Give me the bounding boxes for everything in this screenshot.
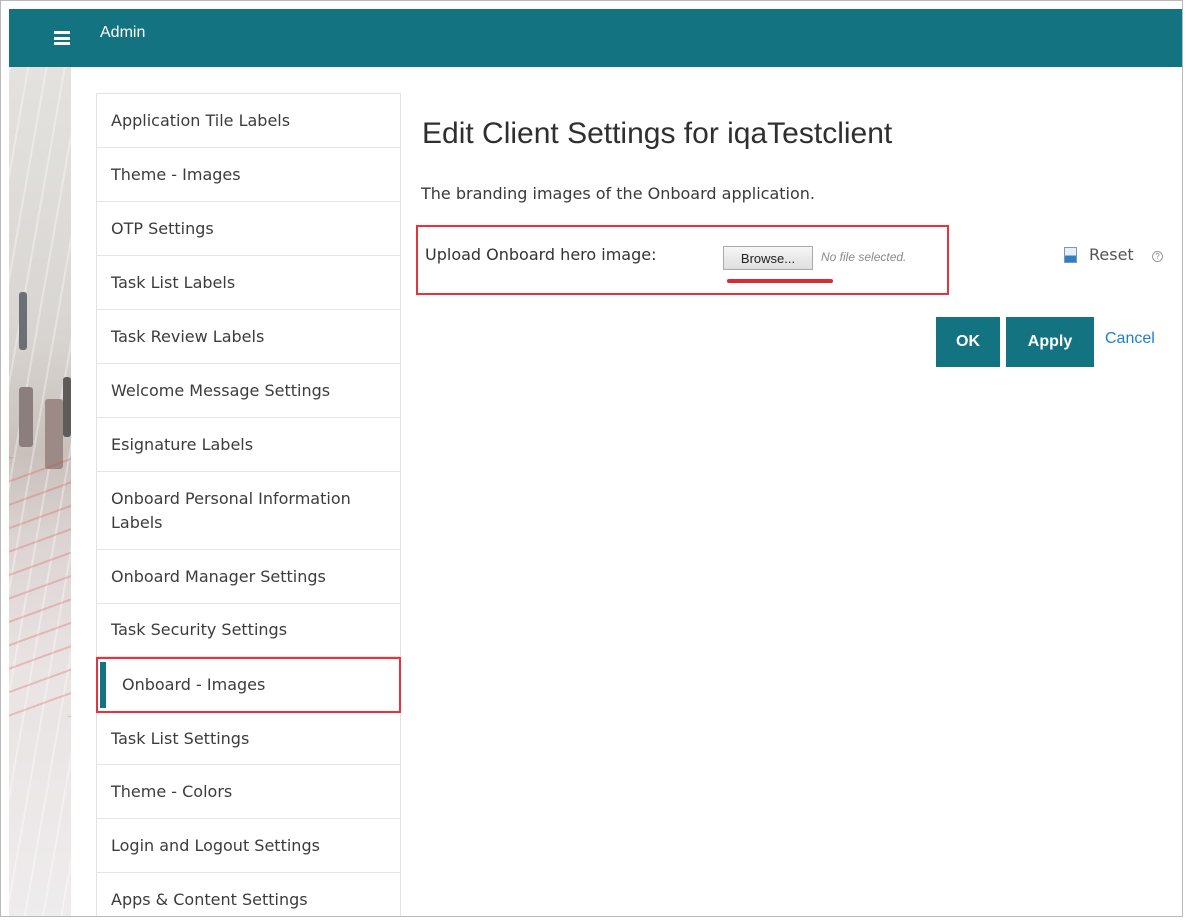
sidebar-item-label: OTP Settings — [111, 218, 214, 238]
sidebar-item-label: Onboard Manager Settings — [111, 566, 326, 586]
reset-label: Reset — [1089, 245, 1134, 264]
app-title: Admin — [100, 24, 146, 41]
sidebar-item-welcome-message-settings[interactable]: Welcome Message Settings — [97, 364, 400, 418]
reset-link[interactable]: Reset — [1064, 245, 1134, 264]
sidebar-item-login-and-logout-settings[interactable]: Login and Logout Settings — [97, 819, 400, 873]
page-description: The branding images of the Onboard appli… — [421, 184, 815, 203]
upload-hero-image-label: Upload Onboard hero image: — [425, 245, 657, 264]
browse-button[interactable]: Browse... — [723, 246, 813, 270]
sidebar-item-onboard-images[interactable]: Onboard - Images — [96, 657, 401, 713]
ok-button[interactable]: OK — [936, 317, 1000, 367]
sidebar-item-task-list-labels[interactable]: Task List Labels — [97, 256, 400, 310]
sidebar-item-label: Apps & Content Settings — [111, 889, 308, 909]
app-window: Admin Application Tile Labels Theme - Im… — [0, 0, 1183, 917]
sidebar-item-theme-images[interactable]: Theme - Images — [97, 148, 400, 202]
file-status-text: No file selected. — [821, 250, 907, 264]
sidebar-item-task-security-settings[interactable]: Task Security Settings — [97, 604, 400, 657]
settings-sidebar: Application Tile Labels Theme - Images O… — [96, 93, 401, 916]
sidebar-item-task-review-labels[interactable]: Task Review Labels — [97, 310, 400, 364]
cancel-link[interactable]: Cancel — [1105, 330, 1155, 348]
sidebar-item-apps-content-settings[interactable]: Apps & Content Settings — [97, 873, 400, 916]
sidebar-item-label: Login and Logout Settings — [111, 835, 320, 855]
sidebar-item-label: Application Tile Labels — [111, 110, 291, 130]
sidebar-item-task-list-settings[interactable]: Task List Settings — [97, 713, 400, 765]
sidebar-item-otp-settings[interactable]: OTP Settings — [97, 202, 400, 256]
background-photo — [9, 67, 71, 916]
sidebar-item-label: Onboard Personal Information Labels — [111, 488, 351, 532]
browse-underline-annotation — [727, 279, 833, 283]
sidebar-item-label: Esignature Labels — [111, 434, 254, 454]
top-bar: Admin — [9, 9, 1182, 67]
page-title: Edit Client Settings for iqaTestclient — [422, 117, 893, 150]
apply-button[interactable]: Apply — [1006, 317, 1094, 367]
hamburger-menu-icon[interactable] — [54, 31, 70, 45]
sidebar-item-application-tile-labels[interactable]: Application Tile Labels — [97, 94, 400, 148]
sidebar-item-label: Task Security Settings — [111, 620, 288, 639]
sidebar-item-esignature-labels[interactable]: Esignature Labels — [97, 418, 400, 472]
sidebar-item-label: Theme - Images — [111, 164, 241, 184]
sidebar-item-label: Task List Settings — [111, 728, 250, 748]
help-icon[interactable]: ? — [1152, 251, 1163, 262]
sidebar-item-theme-colors[interactable]: Theme - Colors — [97, 765, 400, 819]
sidebar-item-label: Task Review Labels — [111, 326, 265, 346]
sidebar-item-onboard-manager-settings[interactable]: Onboard Manager Settings — [97, 550, 400, 604]
sidebar-item-label: Theme - Colors — [111, 781, 233, 801]
sidebar-item-label: Welcome Message Settings — [111, 380, 331, 400]
reset-document-icon — [1064, 246, 1077, 263]
sidebar-item-label: Onboard - Images — [122, 675, 266, 694]
sidebar-item-onboard-personal-information-labels[interactable]: Onboard Personal Information Labels — [97, 472, 400, 550]
sidebar-item-label: Task List Labels — [111, 272, 236, 292]
